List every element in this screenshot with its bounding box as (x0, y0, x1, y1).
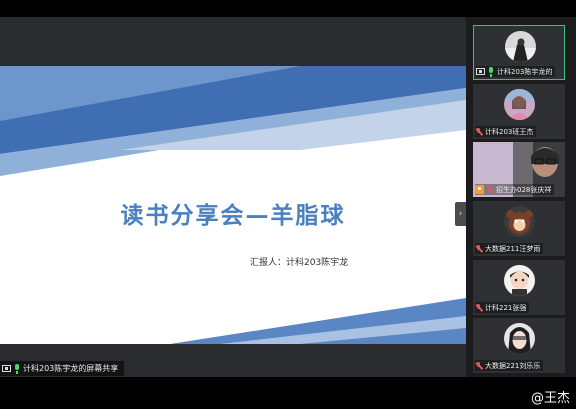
mic-muted-icon (486, 185, 494, 194)
participant-name: 计科203班王杰 (485, 127, 534, 136)
participant-tile[interactable]: 大数据211汪梦雨 (473, 201, 565, 256)
avatar (504, 265, 535, 296)
mic-muted-icon (475, 244, 483, 253)
collapse-sidebar-button[interactable]: › (455, 202, 466, 226)
screen-share-label: 计科203陈宇龙的屏幕共享 (0, 361, 125, 376)
participant-name: 大数据211汪梦雨 (485, 244, 541, 253)
participant-name: 大数据221刘乐乐 (485, 361, 541, 370)
mic-muted-icon (475, 361, 483, 370)
avatar (504, 323, 535, 354)
user-icon (475, 185, 484, 194)
participant-name-tag: 大数据211汪梦雨 (475, 243, 544, 254)
screen-share-icon (2, 365, 11, 372)
screen-share-icon (476, 68, 485, 75)
participant-name: 计科203陈宇龙的 (497, 67, 553, 76)
presenter-line: 汇报人：计科203陈宇龙 (250, 258, 349, 268)
participant-name-tag: 计科203班王杰 (475, 126, 537, 137)
meeting-window: 读书分享会—羊脂球 汇报人：计科203陈宇龙 › 计科203陈宇龙的屏幕共享 计… (0, 0, 576, 409)
avatar (504, 206, 535, 237)
avatar (504, 89, 535, 120)
mic-muted-icon (475, 303, 483, 312)
participant-tile[interactable]: 计科203陈宇龙的 (473, 25, 565, 80)
participant-panel: 计科203陈宇龙的 计科203班王杰 招生办028张庆祥 大数据211汪梦雨 计… (466, 17, 576, 377)
participant-tile[interactable]: 大数据221刘乐乐 (473, 318, 565, 373)
chevron-right-icon: › (458, 209, 463, 219)
avatar (505, 31, 536, 62)
participant-name: 计科221张强 (485, 303, 527, 312)
participant-tile[interactable]: 招生办028张庆祥 (473, 142, 565, 197)
mic-muted-icon (475, 127, 483, 136)
participant-name: 招生办028张庆祥 (496, 185, 552, 194)
mic-on-icon (487, 66, 495, 77)
participant-name-tag: 招生办028张庆祥 (475, 184, 555, 195)
participant-name-tag: 计科221张强 (475, 302, 530, 313)
watermark: @王杰 (530, 391, 570, 406)
shared-screen-area: 读书分享会—羊脂球 汇报人：计科203陈宇龙 › (0, 17, 466, 377)
participant-name-tag: 计科203陈宇龙的 (476, 66, 556, 77)
participant-tile[interactable]: 计科203班王杰 (473, 84, 565, 139)
participant-tile[interactable]: 计科221张强 (473, 260, 565, 315)
mic-on-icon (13, 363, 21, 374)
slide-title: 读书分享会—羊脂球 (120, 203, 346, 229)
share-owner-text: 计科203陈宇龙的屏幕共享 (23, 364, 119, 373)
participant-name-tag: 大数据221刘乐乐 (475, 360, 544, 371)
presentation-slide: 读书分享会—羊脂球 汇报人：计科203陈宇龙 (0, 66, 466, 344)
